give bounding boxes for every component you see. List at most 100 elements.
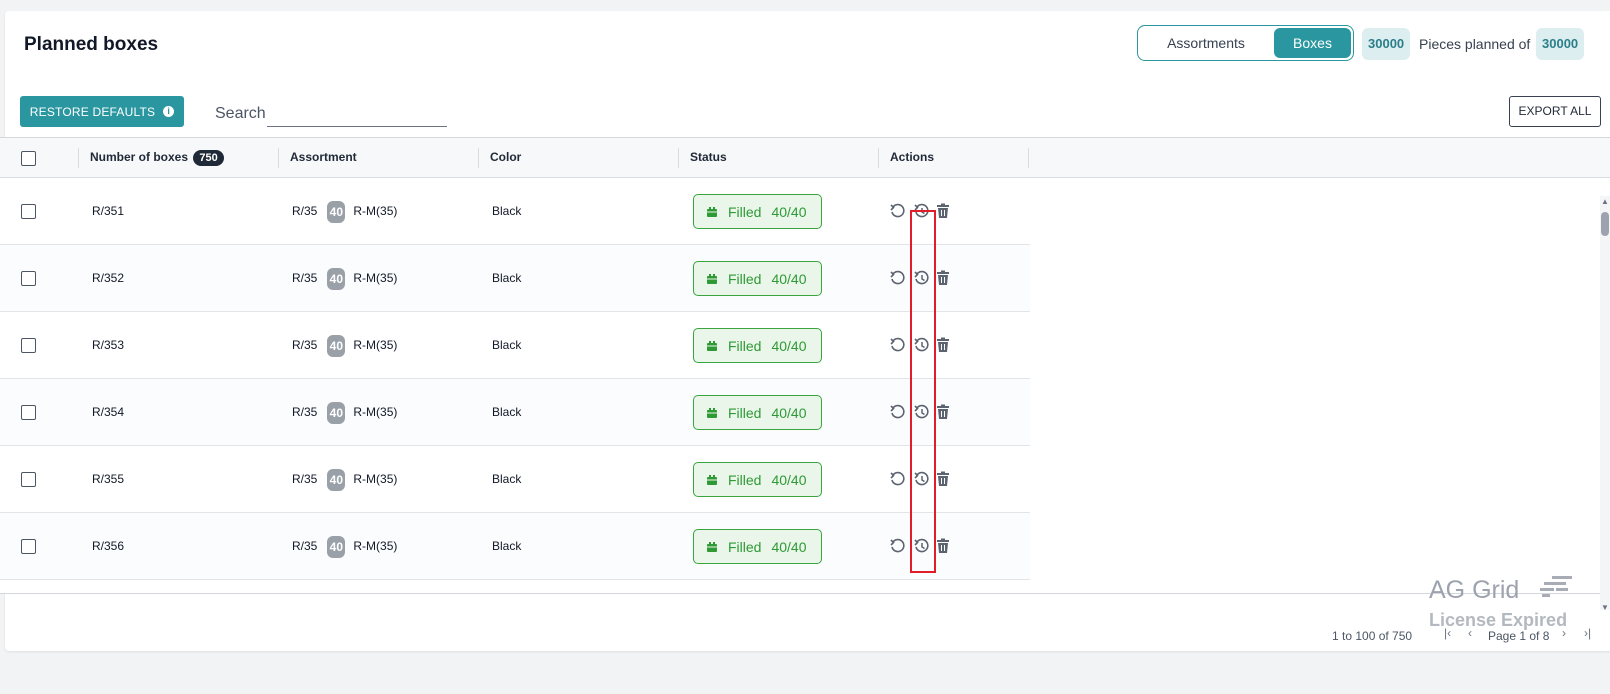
status-badge[interactable]: Filled 40/40 xyxy=(693,328,822,363)
history-icon[interactable] xyxy=(912,202,930,220)
assortment-range: R-M(35) xyxy=(353,204,398,218)
vertical-scrollbar[interactable] xyxy=(1600,196,1610,610)
prev-page-icon[interactable]: ‹ xyxy=(1468,626,1472,640)
assortment-qty-badge: 40 xyxy=(327,200,346,223)
color-cell: Black xyxy=(492,405,522,419)
watermark-title: AG Grid xyxy=(1429,576,1520,604)
header-actions[interactable]: Actions xyxy=(890,138,934,177)
header-separator xyxy=(878,148,879,168)
header-separator xyxy=(478,148,479,168)
assortment-size: R/35 xyxy=(292,338,318,352)
box-number: R/352 xyxy=(92,271,125,285)
header-number-of-boxes[interactable]: Number of boxes 750 xyxy=(90,138,224,177)
info-icon: i xyxy=(163,106,175,117)
table-row[interactable]: R/351 R/35 40 R-M(35) Black Filled 40/40 xyxy=(0,178,1030,245)
toggle-assortments[interactable]: Assortments xyxy=(1142,28,1270,58)
planned-count-badge: 30000 xyxy=(1362,28,1411,60)
table-row[interactable]: R/352 R/35 40 R-M(35) Black Filled 40/40 xyxy=(0,245,1030,312)
status-label: Filled xyxy=(728,471,762,488)
trash-icon[interactable] xyxy=(934,336,952,354)
assortment-qty-badge: 40 xyxy=(327,267,346,290)
fill-count: 40/40 xyxy=(771,270,807,287)
status-badge[interactable]: Filled 40/40 xyxy=(693,261,822,296)
color-cell: Black xyxy=(492,338,522,352)
data-grid: Number of boxes 750 Assortment Color Sta… xyxy=(0,137,1610,594)
status-label: Filled xyxy=(728,270,762,287)
row-checkbox[interactable] xyxy=(21,472,36,487)
fill-count: 40/40 xyxy=(771,404,807,421)
assortment-size: R/35 xyxy=(292,539,318,553)
box-number: R/354 xyxy=(92,405,125,419)
row-checkbox[interactable] xyxy=(21,271,36,286)
table-row[interactable] xyxy=(0,580,1030,593)
ag-grid-logo-icon xyxy=(1540,576,1572,597)
restore-defaults-button[interactable]: RESTORE DEFAULTS i xyxy=(20,96,184,127)
export-all-button[interactable]: EXPORT ALL xyxy=(1509,96,1601,127)
undo-icon[interactable] xyxy=(888,470,906,488)
row-checkbox[interactable] xyxy=(21,204,36,219)
history-icon[interactable] xyxy=(912,336,930,354)
box-number: R/356 xyxy=(92,539,125,553)
fill-count: 40/40 xyxy=(771,203,807,220)
box-number: R/355 xyxy=(92,472,125,486)
select-all-checkbox[interactable] xyxy=(21,151,36,166)
trash-icon[interactable] xyxy=(934,470,952,488)
table-row[interactable]: R/356 R/35 40 R-M(35) Black Filled 40/40 xyxy=(0,513,1030,580)
toggle-boxes[interactable]: Boxes xyxy=(1274,28,1351,58)
box-number: R/353 xyxy=(92,338,125,352)
trash-icon[interactable] xyxy=(934,202,952,220)
undo-icon[interactable] xyxy=(888,403,906,421)
assortment-cell: R/35 40 R-M(35) xyxy=(292,178,397,244)
row-checkbox[interactable] xyxy=(21,539,36,554)
header-separator xyxy=(278,148,279,168)
assortment-qty-badge: 40 xyxy=(327,334,346,357)
row-checkbox[interactable] xyxy=(21,405,36,420)
history-icon[interactable] xyxy=(912,403,930,421)
header-assortment[interactable]: Assortment xyxy=(290,138,357,177)
status-badge[interactable]: Filled 40/40 xyxy=(693,194,822,229)
assortment-cell: R/35 40 R-M(35) xyxy=(292,379,397,445)
assortment-range: R-M(35) xyxy=(353,338,398,352)
scrollbar-thumb[interactable] xyxy=(1601,212,1609,236)
box-icon xyxy=(706,541,718,553)
color-cell: Black xyxy=(492,271,522,285)
status-badge[interactable]: Filled 40/40 xyxy=(693,529,822,564)
box-icon xyxy=(706,206,718,218)
history-icon[interactable] xyxy=(912,537,930,555)
undo-icon[interactable] xyxy=(888,537,906,555)
search-input[interactable] xyxy=(267,100,447,127)
search-label: Search xyxy=(215,105,266,122)
header-status[interactable]: Status xyxy=(690,138,727,177)
box-count-badge: 750 xyxy=(193,149,224,166)
trash-icon[interactable] xyxy=(934,269,952,287)
status-label: Filled xyxy=(728,203,762,220)
last-page-icon[interactable]: ›| xyxy=(1584,626,1591,640)
trash-icon[interactable] xyxy=(934,537,952,555)
assortment-size: R/35 xyxy=(292,405,318,419)
undo-icon[interactable] xyxy=(888,202,906,220)
page-title: Planned boxes xyxy=(24,34,159,55)
table-row[interactable]: R/355 R/35 40 R-M(35) Black Filled 40/40 xyxy=(0,446,1030,513)
history-icon[interactable] xyxy=(912,470,930,488)
table-row[interactable]: R/354 R/35 40 R-M(35) Black Filled 40/40 xyxy=(0,379,1030,446)
assortment-range: R-M(35) xyxy=(353,405,398,419)
header-color[interactable]: Color xyxy=(490,138,521,177)
color-cell: Black xyxy=(492,204,522,218)
status-badge[interactable]: Filled 40/40 xyxy=(693,462,822,497)
scroll-up-icon[interactable]: ▲ xyxy=(1600,197,1610,206)
row-checkbox[interactable] xyxy=(21,338,36,353)
trash-icon[interactable] xyxy=(934,403,952,421)
assortment-range: R-M(35) xyxy=(353,271,398,285)
header-separator xyxy=(78,148,79,168)
first-page-icon[interactable]: |‹ xyxy=(1444,626,1451,640)
table-row[interactable]: R/353 R/35 40 R-M(35) Black Filled 40/40 xyxy=(0,312,1030,379)
scroll-down-icon[interactable]: ▼ xyxy=(1600,603,1610,612)
status-badge[interactable]: Filled 40/40 xyxy=(693,395,822,430)
undo-icon[interactable] xyxy=(888,269,906,287)
assortment-cell: R/35 40 R-M(35) xyxy=(292,312,397,378)
history-icon[interactable] xyxy=(912,269,930,287)
undo-icon[interactable] xyxy=(888,336,906,354)
fill-count: 40/40 xyxy=(771,471,807,488)
assortment-size: R/35 xyxy=(292,271,318,285)
next-page-icon[interactable]: › xyxy=(1562,626,1566,640)
